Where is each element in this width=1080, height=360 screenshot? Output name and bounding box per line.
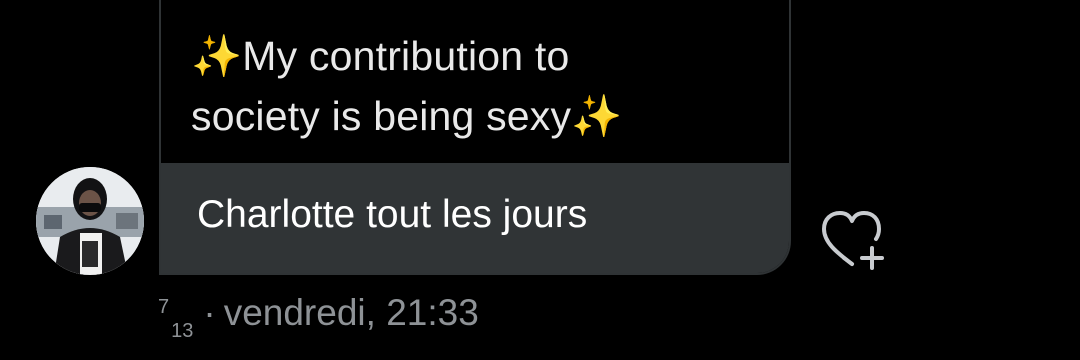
timestamp-day-time: vendredi, 21:33	[223, 292, 479, 333]
timestamp-count-bottom: 13	[171, 320, 194, 342]
heart-plus-icon[interactable]	[816, 206, 892, 272]
timestamp-count-top: 7	[158, 296, 170, 318]
avatar-photo	[36, 167, 144, 275]
quoted-story-caption: ✨My contribution to society is being sex…	[191, 26, 671, 146]
sender-avatar[interactable]	[36, 167, 144, 275]
caption-line-1: ✨My contribution to	[191, 33, 570, 79]
reply-message-text: Charlotte tout les jours	[197, 193, 588, 236]
reply-message-bubble[interactable]: Charlotte tout les jours	[161, 163, 789, 273]
message-timestamp: 713 · vendredi, 21:33	[158, 290, 479, 342]
caption-line-2: society is being sexy✨	[191, 93, 623, 139]
timestamp-separator: ·	[203, 292, 216, 333]
quoted-story-card[interactable]: ✨My contribution to society is being sex…	[159, 0, 791, 275]
